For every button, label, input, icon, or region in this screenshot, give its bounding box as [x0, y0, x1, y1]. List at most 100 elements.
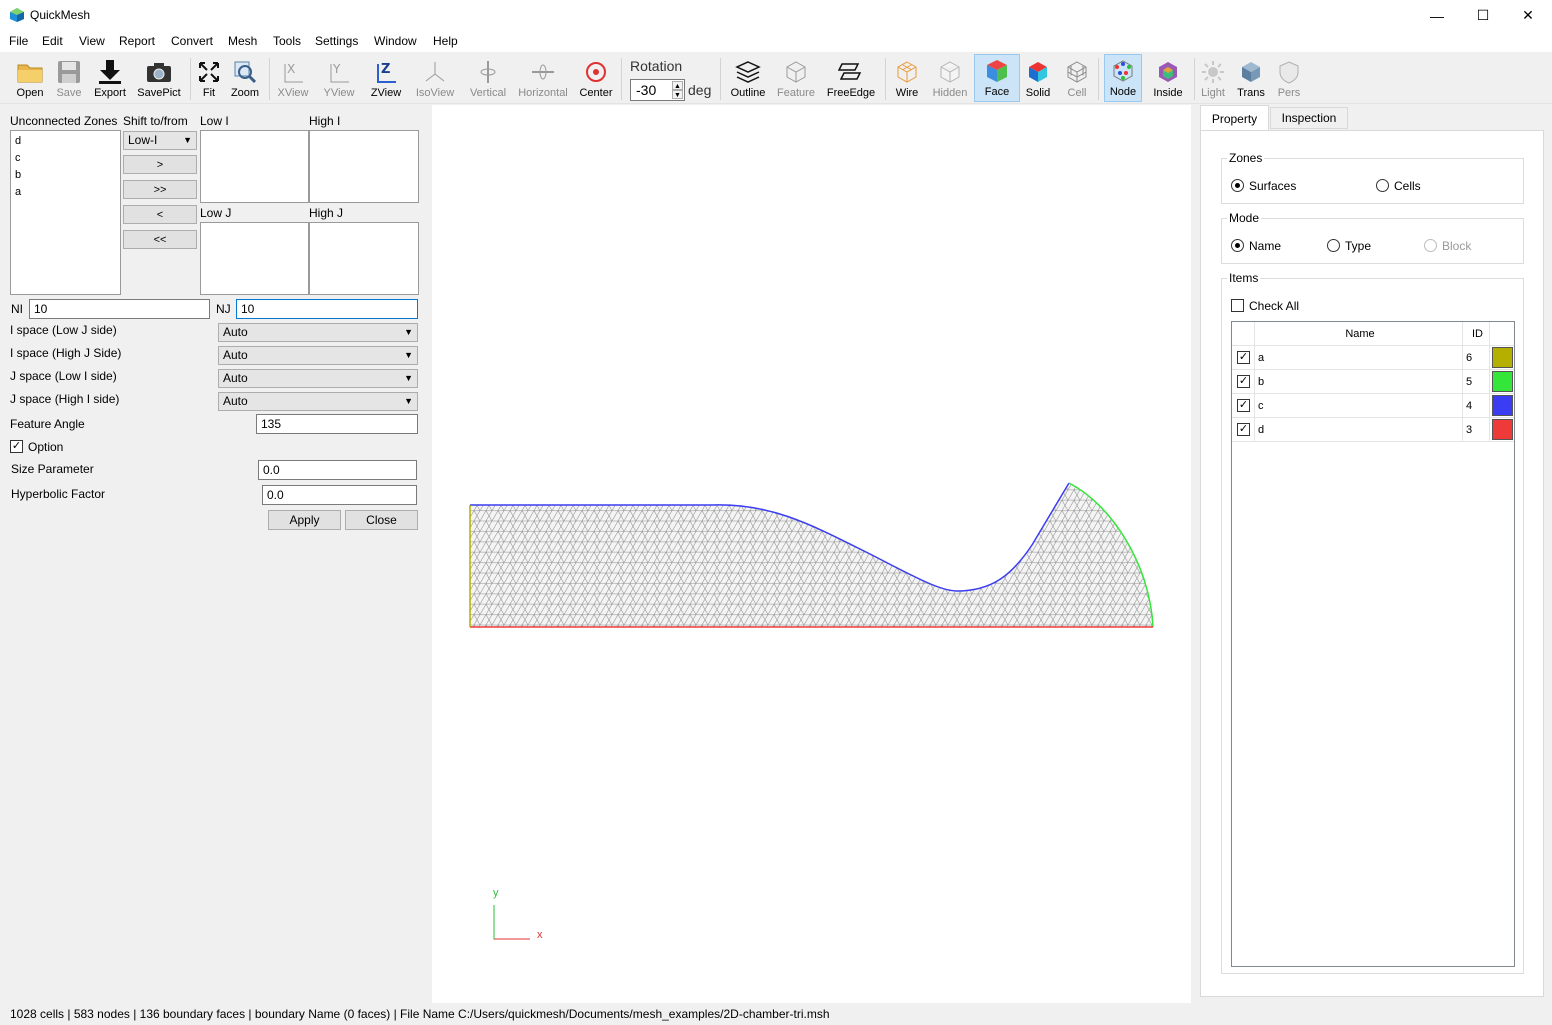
menu-tools[interactable]: Tools [273, 34, 301, 48]
freeedge-button[interactable]: FreeEdge [825, 54, 877, 102]
row-checkbox[interactable]: ✓ [1237, 351, 1250, 364]
xview-button[interactable]: X XView [275, 54, 311, 102]
horizontal-button[interactable]: Horizontal [516, 54, 570, 102]
table-row[interactable]: ✓ b 5 [1232, 370, 1514, 394]
trans-button[interactable]: Trans [1234, 54, 1268, 102]
i-space-high-j-select[interactable]: Auto ▼ [218, 346, 418, 365]
cell-button[interactable]: Cell [1062, 54, 1092, 102]
list-item[interactable]: a [11, 184, 120, 201]
move-left-button[interactable]: < [123, 205, 197, 224]
low-i-list[interactable] [200, 130, 309, 203]
move-all-left-button[interactable]: << [123, 230, 197, 249]
row-color-swatch[interactable] [1492, 419, 1513, 440]
chevron-down-icon: ▼ [404, 327, 413, 337]
j-space-high-i-select[interactable]: Auto ▼ [218, 392, 418, 411]
outline-button[interactable]: Outline [728, 54, 768, 102]
menu-help[interactable]: Help [433, 34, 458, 48]
zones-group-title: Zones [1227, 151, 1265, 165]
high-i-list[interactable] [309, 130, 419, 203]
check-all-checkbox[interactable] [1231, 299, 1244, 312]
minimize-button[interactable]: — [1414, 0, 1460, 31]
close-button[interactable]: Close [345, 510, 418, 530]
feature-button[interactable]: Feature [775, 54, 817, 102]
fit-button[interactable]: Fit [195, 54, 223, 102]
cells-radio[interactable] [1376, 179, 1389, 192]
tab-inspection[interactable]: Inspection [1270, 107, 1348, 129]
savepict-button[interactable]: SavePict [136, 54, 182, 102]
menu-convert[interactable]: Convert [171, 34, 213, 48]
feature-angle-input[interactable]: 135 [256, 414, 418, 434]
size-parameter-input[interactable]: 0.0 [258, 460, 417, 480]
wire-cube-icon [783, 59, 809, 85]
mesh-viewport[interactable]: y x [432, 105, 1191, 1003]
i-space-low-j-select[interactable]: Auto ▼ [218, 323, 418, 342]
hyperbolic-factor-input[interactable]: 0.0 [262, 485, 417, 505]
block-radio[interactable] [1424, 239, 1437, 252]
hidden-button[interactable]: Hidden [930, 54, 970, 102]
inside-cube-icon [1155, 59, 1181, 85]
maximize-button[interactable]: ☐ [1460, 0, 1506, 31]
solid-button[interactable]: Solid [1022, 54, 1054, 102]
menu-file[interactable]: File [9, 34, 28, 48]
vertical-button[interactable]: Vertical [467, 54, 509, 102]
nj-input[interactable]: 10 [236, 299, 418, 319]
tab-property[interactable]: Property [1200, 105, 1269, 131]
menu-report[interactable]: Report [119, 34, 155, 48]
light-button[interactable]: Light [1198, 54, 1228, 102]
row-color-swatch[interactable] [1492, 395, 1513, 416]
row-color-swatch[interactable] [1492, 347, 1513, 368]
list-item[interactable]: c [11, 150, 120, 167]
face-button[interactable]: Face [974, 54, 1020, 102]
row-checkbox[interactable]: ✓ [1237, 423, 1250, 436]
rotation-spinbox[interactable]: -30 ▲ ▼ [630, 79, 685, 101]
axis-y-label: y [493, 887, 499, 899]
name-radio[interactable] [1231, 239, 1244, 252]
inside-button[interactable]: Inside [1148, 54, 1188, 102]
j-space-low-i-select[interactable]: Auto ▼ [218, 369, 418, 388]
low-j-list[interactable] [200, 222, 309, 295]
table-row[interactable]: ✓ c 4 [1232, 394, 1514, 418]
zoom-button[interactable]: Zoom [229, 54, 261, 102]
apply-button[interactable]: Apply [268, 510, 341, 530]
sun-icon [1200, 59, 1226, 85]
export-button[interactable]: Export [91, 54, 129, 102]
option-checkbox[interactable]: ✓ [10, 440, 23, 453]
close-window-button[interactable]: ✕ [1505, 0, 1551, 31]
menu-mesh[interactable]: Mesh [228, 34, 257, 48]
menu-settings[interactable]: Settings [315, 34, 358, 48]
surfaces-radio[interactable] [1231, 179, 1244, 192]
table-row[interactable]: ✓ a 6 [1232, 346, 1514, 370]
high-j-list[interactable] [309, 222, 419, 295]
unconnected-zones-list[interactable]: d c b a [10, 130, 121, 295]
menu-window[interactable]: Window [374, 34, 417, 48]
table-row[interactable]: ✓ d 3 [1232, 418, 1514, 442]
move-all-right-button[interactable]: >> [123, 180, 197, 199]
center-button[interactable]: Center [577, 54, 615, 102]
ni-input[interactable]: 10 [29, 299, 210, 319]
list-item[interactable]: d [11, 133, 120, 150]
yview-button[interactable]: Y YView [321, 54, 357, 102]
list-item[interactable]: b [11, 167, 120, 184]
target-side-select[interactable]: Low-I ▼ [123, 131, 197, 150]
menu-view[interactable]: View [79, 34, 105, 48]
pers-button[interactable]: Pers [1274, 54, 1304, 102]
node-button[interactable]: Node [1104, 54, 1142, 102]
row-checkbox[interactable]: ✓ [1237, 375, 1250, 388]
save-button[interactable]: Save [52, 54, 86, 102]
zones-table[interactable]: Name ID ✓ a 6 ✓ b 5 ✓ c 4 ✓ d 3 [1231, 321, 1515, 967]
menu-edit[interactable]: Edit [42, 34, 63, 48]
move-right-button[interactable]: > [123, 155, 197, 174]
wire-button[interactable]: Wire [891, 54, 923, 102]
type-radio[interactable] [1327, 239, 1340, 252]
toolbar-separator [1194, 58, 1195, 100]
zview-button[interactable]: Z ZView [368, 54, 404, 102]
vertical-rotate-icon [475, 59, 501, 85]
table-header: Name ID [1232, 322, 1514, 346]
open-button[interactable]: Open [12, 54, 48, 102]
isoview-button[interactable]: IsoView [413, 54, 457, 102]
spin-up-icon[interactable]: ▲ [672, 81, 683, 90]
row-checkbox[interactable]: ✓ [1237, 399, 1250, 412]
mesh-canvas[interactable] [432, 105, 1191, 1003]
spin-down-icon[interactable]: ▼ [672, 90, 683, 99]
row-color-swatch[interactable] [1492, 371, 1513, 392]
